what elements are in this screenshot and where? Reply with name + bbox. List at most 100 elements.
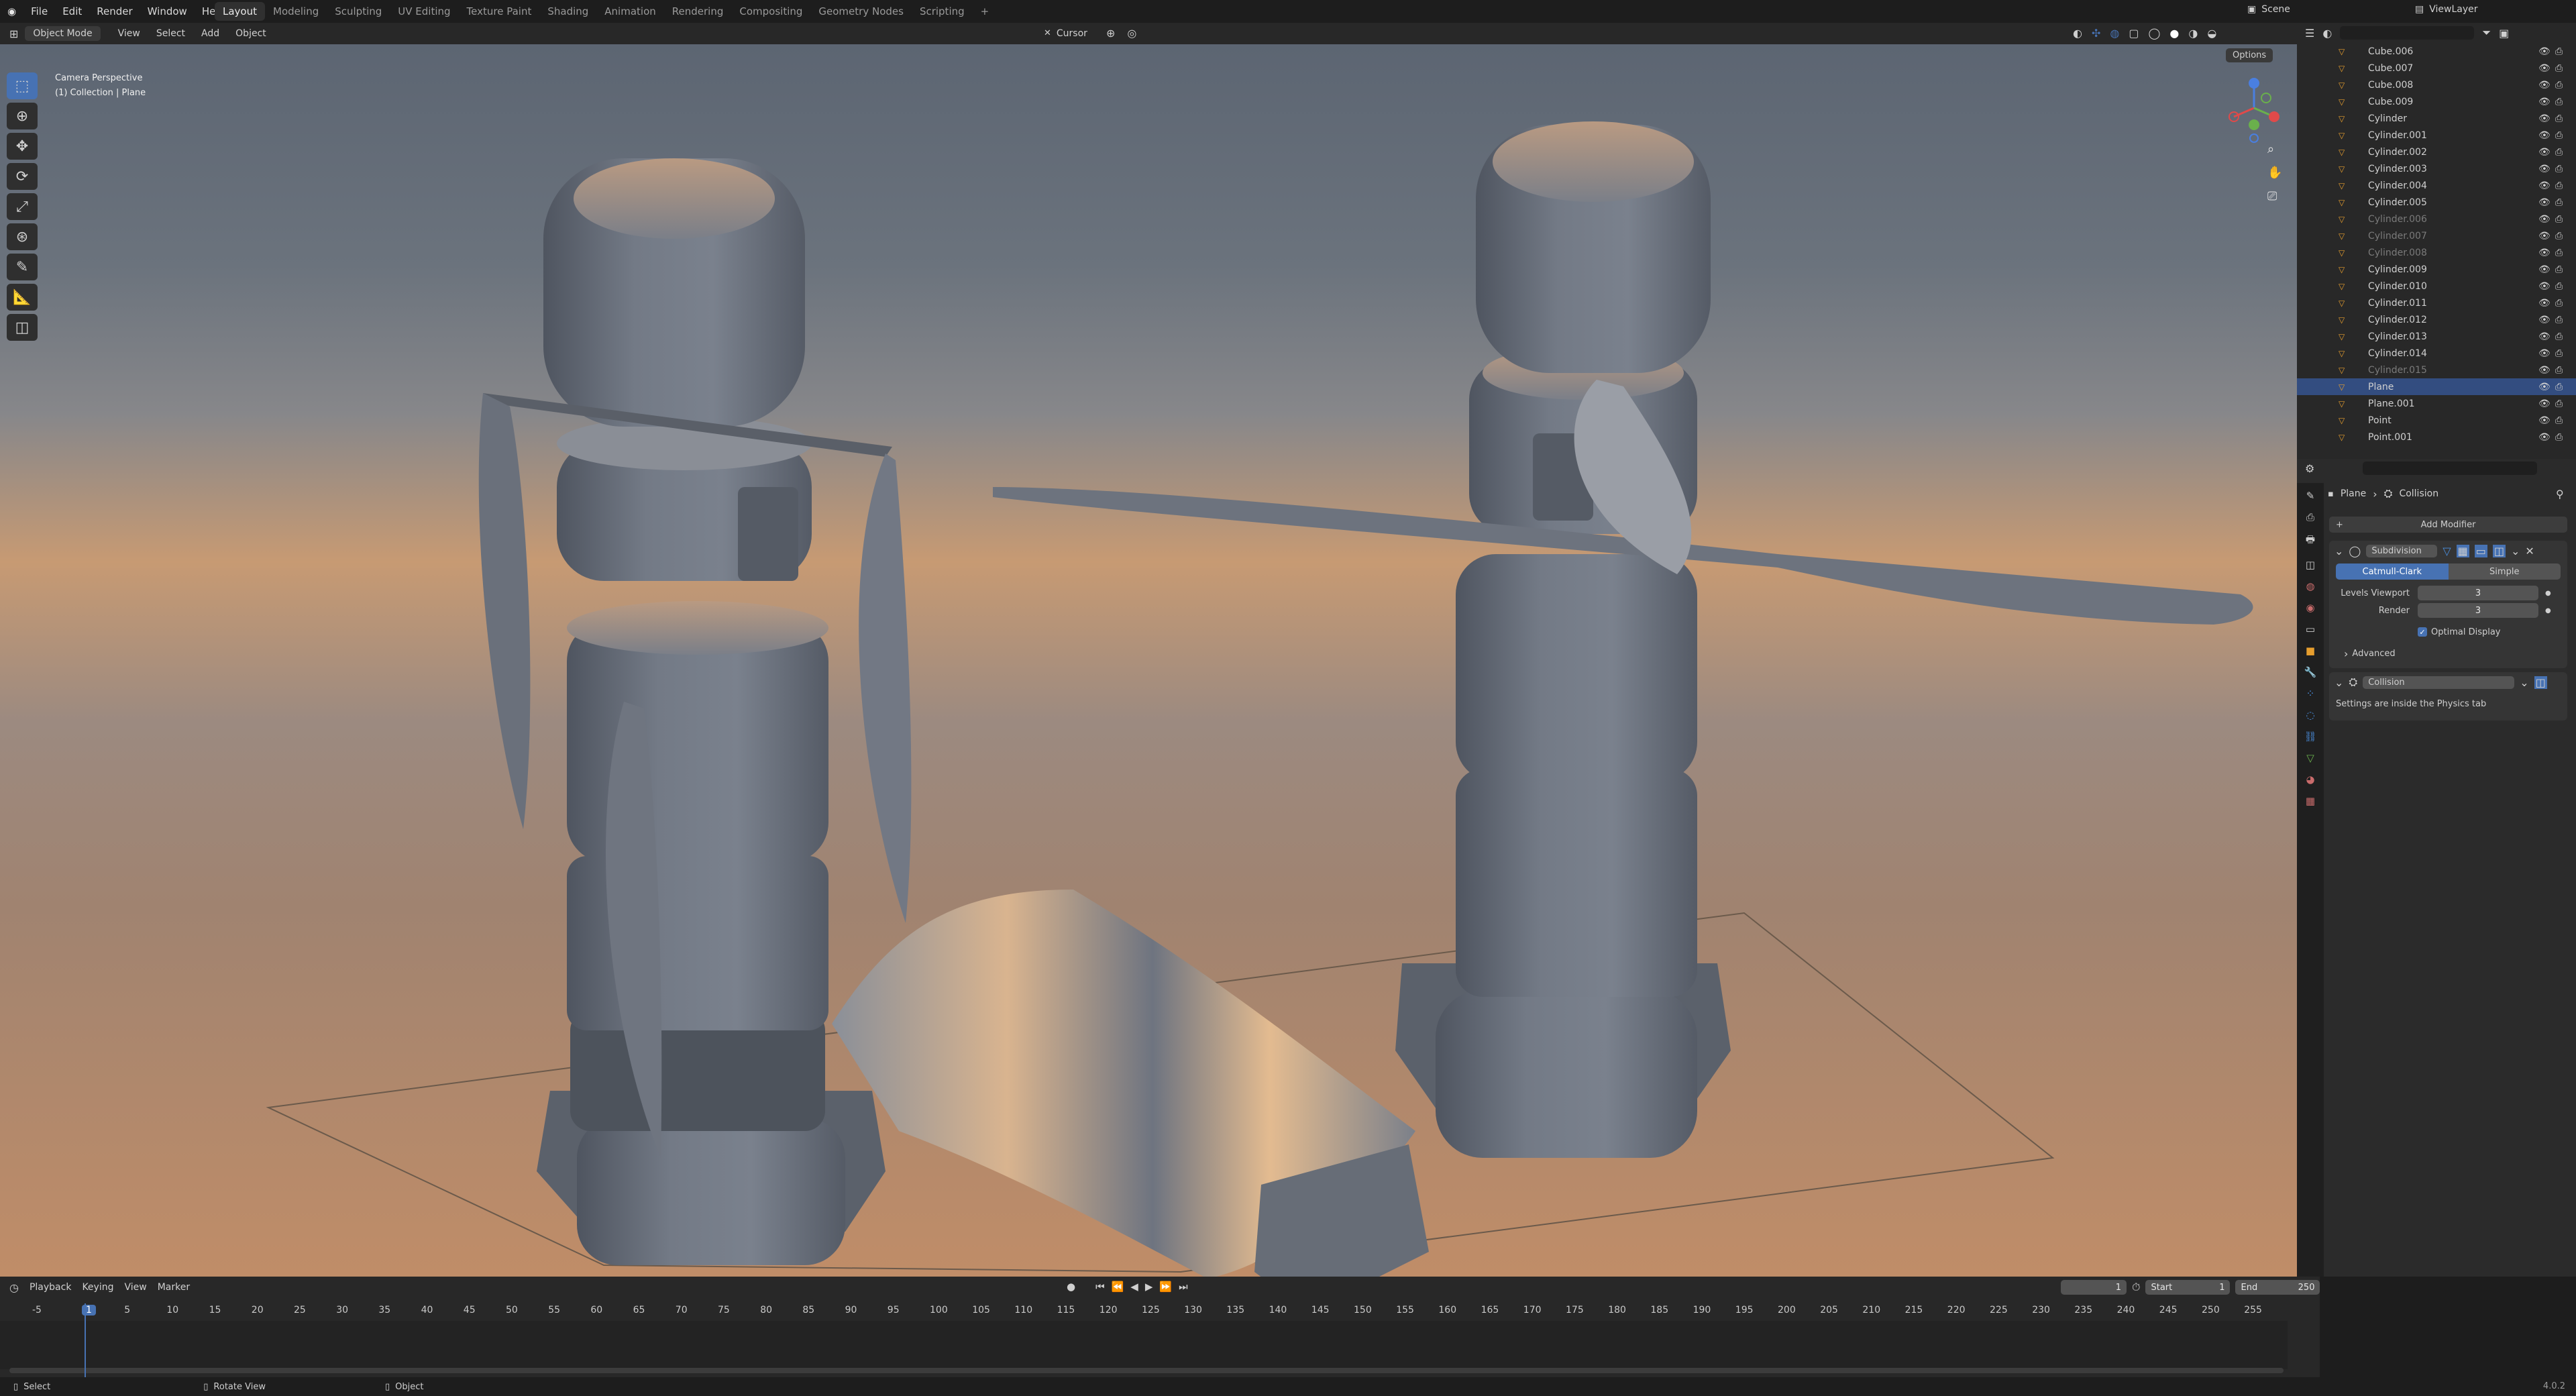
timeline-track-area[interactable]	[0, 1321, 2288, 1369]
zoom-icon[interactable]: ⌕	[2267, 142, 2282, 156]
outliner-item[interactable]: ▽ Cylinder.008 👁 ⎙	[2297, 244, 2576, 261]
tab-animation[interactable]: Animation	[596, 2, 663, 21]
outliner-item[interactable]: ▽ Cube.007 👁 ⎙	[2297, 60, 2576, 76]
eye-icon[interactable]: 👁	[2538, 298, 2551, 309]
menu-select[interactable]: Select	[156, 28, 185, 39]
eye-icon[interactable]: 👁	[2538, 164, 2551, 174]
camera-icon[interactable]: ⎙	[2555, 164, 2563, 174]
camera-icon[interactable]: ⎙	[2555, 264, 2563, 275]
menu-timeline-view[interactable]: View	[124, 1282, 146, 1293]
camera-icon[interactable]: ⎙	[2555, 281, 2563, 292]
outliner-editor-icon[interactable]: ☰	[2305, 27, 2314, 40]
camera-icon[interactable]: ⎙	[2555, 415, 2563, 426]
eye-icon[interactable]: 👁	[2538, 315, 2551, 325]
add-cube-tool[interactable]: ◫	[7, 314, 38, 341]
collection-tab-icon[interactable]: ▭	[2306, 623, 2315, 635]
outliner-item[interactable]: ▽ Cylinder.007 👁 ⎙	[2297, 227, 2576, 244]
play-icon[interactable]: ▶	[1145, 1281, 1153, 1293]
overlay-icon[interactable]: ◍	[2110, 27, 2119, 40]
scale-tool[interactable]: ⤢	[7, 193, 38, 220]
eye-icon[interactable]: 👁	[2538, 432, 2551, 443]
physics-tab-icon[interactable]: ◌	[2306, 709, 2314, 721]
menu-playback[interactable]: Playback	[30, 1282, 71, 1293]
outliner-item[interactable]: ▽ Cube.008 👁 ⎙	[2297, 76, 2576, 93]
outliner-item[interactable]: ▽ Cylinder.015 👁 ⎙	[2297, 362, 2576, 378]
menu-keying[interactable]: Keying	[82, 1282, 113, 1293]
menu-render[interactable]: Render	[89, 5, 140, 17]
camera-icon[interactable]: ⎙	[2555, 214, 2563, 225]
record-icon[interactable]: ●	[1067, 1281, 1075, 1293]
particles-tab-icon[interactable]: ⁘	[2306, 688, 2315, 700]
menu-object[interactable]: Object	[235, 28, 266, 39]
move-tool[interactable]: ✥	[7, 133, 38, 160]
render-toggle-icon[interactable]: ◫	[2534, 676, 2547, 689]
camera-icon[interactable]: ⎙	[2555, 398, 2563, 409]
outliner-item[interactable]: ▽ Cylinder.010 👁 ⎙	[2297, 278, 2576, 294]
tab-geometry-nodes[interactable]: Geometry Nodes	[810, 2, 912, 21]
eye-icon[interactable]: 👁	[2538, 197, 2551, 208]
outliner-item[interactable]: ▽ Cube.009 👁 ⎙	[2297, 93, 2576, 110]
outliner-item[interactable]: ▽ Plane 👁 ⎙	[2297, 378, 2576, 395]
edit-mode-toggle-icon[interactable]: ▽	[2443, 545, 2451, 557]
outliner-item[interactable]: ▽ Cylinder.009 👁 ⎙	[2297, 261, 2576, 278]
outliner-search-input[interactable]	[2340, 26, 2475, 40]
eye-icon[interactable]: 👁	[2538, 398, 2551, 409]
render-toggle-icon[interactable]: ◫	[2492, 544, 2506, 557]
end-frame-field[interactable]: End 250	[2235, 1280, 2320, 1295]
camera-icon[interactable]: ⎙	[2555, 331, 2563, 342]
camera-icon[interactable]: ⎙	[2555, 147, 2563, 158]
cage-toggle-icon[interactable]: ▦	[2456, 544, 2469, 557]
outliner-item[interactable]: ▽ Cylinder 👁 ⎙	[2297, 110, 2576, 127]
tab-shading[interactable]: Shading	[539, 2, 596, 21]
eye-icon[interactable]: 👁	[2538, 63, 2551, 74]
collision-name-field[interactable]: Collision	[2363, 676, 2515, 689]
eye-icon[interactable]: 👁	[2538, 382, 2551, 392]
camera-icon[interactable]: ⎙	[2555, 231, 2563, 241]
editor-type-icon[interactable]: ⊞	[9, 28, 18, 40]
simple-button[interactable]: Simple	[2448, 563, 2561, 580]
solid-shading-icon[interactable]: ●	[2169, 27, 2179, 40]
world-tab-icon[interactable]: ◉	[2306, 602, 2314, 614]
outliner-item[interactable]: ▽ Plane.001 👁 ⎙	[2297, 395, 2576, 412]
tool-tab-icon[interactable]: ✎	[2306, 490, 2315, 502]
tab-rendering[interactable]: Rendering	[664, 2, 732, 21]
view-layer-tab-icon[interactable]: ◫	[2306, 559, 2315, 571]
remove-modifier-icon[interactable]: ✕	[2525, 545, 2534, 557]
wireframe-shading-icon[interactable]: ◯	[2148, 27, 2160, 40]
camera-icon[interactable]: ⎙	[2555, 432, 2563, 443]
camera-icon[interactable]: ⎙	[2555, 315, 2563, 325]
texture-tab-icon[interactable]: ▦	[2306, 795, 2315, 807]
stopwatch-icon[interactable]: ⏱	[2132, 1281, 2140, 1294]
eye-icon[interactable]: 👁	[2538, 231, 2551, 241]
rendered-shading-icon[interactable]: ◒	[2207, 27, 2216, 40]
output-tab-icon[interactable]: 🖶	[2306, 533, 2315, 549]
scene-tab-icon[interactable]: ◍	[2306, 580, 2314, 592]
menu-add[interactable]: Add	[201, 28, 219, 39]
gizmo-icon[interactable]: ✣	[2092, 27, 2100, 40]
tab-compositing[interactable]: Compositing	[731, 2, 810, 21]
jump-start-icon[interactable]: ⏮	[1095, 1281, 1105, 1293]
viewport-toggle-icon[interactable]: ▭	[2474, 544, 2487, 557]
eye-icon[interactable]: 👁	[2538, 214, 2551, 225]
render-tab-icon[interactable]: ⎙	[2306, 511, 2314, 523]
modifier-menu-icon[interactable]: ⌄	[2511, 545, 2520, 557]
camera-icon[interactable]: ⎙	[2555, 298, 2563, 309]
eye-icon[interactable]: 👁	[2538, 248, 2551, 258]
eye-icon[interactable]: 👁	[2538, 415, 2551, 426]
collapse-chevron-icon[interactable]: ⌄	[2334, 545, 2343, 557]
camera-icon[interactable]: ⎙	[2555, 382, 2563, 392]
eye-icon[interactable]: 👁	[2538, 331, 2551, 342]
prev-keyframe-icon[interactable]: ⏪	[1112, 1281, 1124, 1293]
tab-modeling[interactable]: Modeling	[265, 2, 327, 21]
view-layer-selector[interactable]: ▤ ViewLayer	[2415, 4, 2478, 15]
properties-editor-icon[interactable]: ⚙	[2305, 462, 2314, 475]
pivot-dropdown[interactable]: Cursor	[1057, 28, 1087, 39]
keyframe-dot-icon[interactable]: ●	[2545, 590, 2551, 597]
annotate-tool[interactable]: ✎	[7, 254, 38, 280]
catmull-clark-button[interactable]: Catmull-Clark	[2336, 563, 2449, 580]
timeline-scrollbar[interactable]	[9, 1368, 2284, 1373]
eye-icon[interactable]: 👁	[2538, 97, 2551, 107]
constraints-tab-icon[interactable]: ⛓	[2304, 731, 2316, 743]
render-levels-field[interactable]: 3	[2418, 603, 2538, 618]
select-box-tool[interactable]: ⬚	[7, 72, 38, 99]
